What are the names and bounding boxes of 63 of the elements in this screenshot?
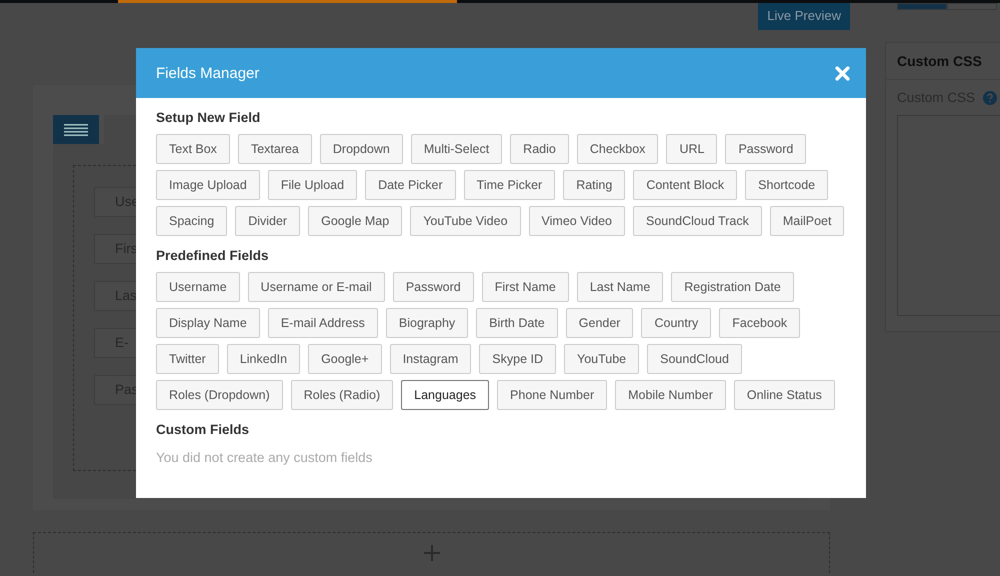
field-type-button[interactable]: Last Name xyxy=(576,272,664,302)
field-type-button[interactable]: SoundCloud xyxy=(647,344,742,374)
field-type-button[interactable]: Text Box xyxy=(156,134,230,164)
field-type-button[interactable]: Password xyxy=(725,134,806,164)
field-type-button[interactable]: Image Upload xyxy=(156,170,260,200)
field-type-button[interactable]: Registration Date xyxy=(671,272,794,302)
field-type-button[interactable]: Divider xyxy=(235,206,300,236)
field-type-button[interactable]: Biography xyxy=(386,308,468,338)
field-type-button[interactable]: Vimeo Video xyxy=(528,206,625,236)
add-row-area[interactable] xyxy=(33,532,830,573)
field-type-button[interactable]: Phone Number xyxy=(497,380,608,410)
field-type-button[interactable]: Google Map xyxy=(308,206,402,236)
sidebar-tab[interactable] xyxy=(947,3,997,10)
field-type-button[interactable]: Facebook xyxy=(719,308,800,338)
field-type-button[interactable]: Languages xyxy=(401,380,490,410)
field-type-button[interactable]: Gender xyxy=(566,308,634,338)
field-type-button[interactable]: URL xyxy=(666,134,718,164)
section-heading: Predefined Fields xyxy=(156,248,270,263)
field-type-button[interactable]: Dropdown xyxy=(320,134,403,164)
field-type-button[interactable]: Username or E-mail xyxy=(248,272,385,302)
field-type-button[interactable]: Time Picker xyxy=(464,170,556,200)
lines-icon xyxy=(64,124,88,136)
field-type-button[interactable]: MailPoet xyxy=(770,206,844,236)
field-type-button[interactable]: File Upload xyxy=(268,170,358,200)
field-type-button[interactable]: Rating xyxy=(563,170,626,200)
field-type-button[interactable]: Textarea xyxy=(238,134,312,164)
field-type-button[interactable]: Roles (Dropdown) xyxy=(156,380,283,410)
empty-message: You did not create any custom fields xyxy=(156,450,374,465)
field-type-button[interactable]: E-mail Address xyxy=(268,308,378,338)
dialog-title: Fields Manager xyxy=(156,64,260,82)
field-type-button[interactable]: Display Name xyxy=(156,308,260,338)
field-type-button[interactable]: Multi-Select xyxy=(410,134,502,164)
help-icon[interactable] xyxy=(983,90,998,104)
field-type-button[interactable]: Roles (Radio) xyxy=(290,380,394,410)
field-type-button[interactable]: Birth Date xyxy=(476,308,558,338)
field-type-button[interactable]: YouTube Video xyxy=(410,206,521,236)
field-type-button[interactable]: First Name xyxy=(482,272,569,302)
field-type-button[interactable]: Spacing xyxy=(156,206,228,236)
field-type-button[interactable]: Online Status xyxy=(734,380,835,410)
single-column-tab[interactable] xyxy=(53,115,99,144)
field-type-button[interactable]: SoundCloud Track xyxy=(632,206,762,236)
sidebar-tab[interactable] xyxy=(897,3,947,10)
field-type-button[interactable]: Google+ xyxy=(308,344,382,374)
field-type-button[interactable]: Username xyxy=(156,272,240,302)
live-preview-button[interactable]: Live Preview xyxy=(758,0,850,30)
field-type-button[interactable]: Country xyxy=(641,308,712,338)
field-type-button[interactable]: YouTube xyxy=(564,344,640,374)
field-type-button[interactable]: Date Picker xyxy=(365,170,456,200)
field-type-button[interactable]: Mobile Number xyxy=(615,380,726,410)
field-type-button[interactable]: LinkedIn xyxy=(226,344,300,374)
field-type-button[interactable]: Twitter xyxy=(156,344,219,374)
close-icon[interactable] xyxy=(835,66,850,80)
field-type-button[interactable]: Radio xyxy=(510,134,569,164)
field-type-button[interactable]: Password xyxy=(392,272,474,302)
panel-title: Custom CSS xyxy=(886,43,1000,80)
field-type-button[interactable]: Instagram xyxy=(390,344,472,374)
section-heading: Custom Fields xyxy=(156,422,250,437)
field-type-button[interactable]: Content Block xyxy=(633,170,738,200)
section-heading: Setup New Field xyxy=(156,110,262,125)
field-type-button[interactable]: Skype ID xyxy=(479,344,556,374)
field-type-button[interactable]: Checkbox xyxy=(576,134,658,164)
field-type-button[interactable]: Shortcode xyxy=(745,170,828,200)
plus-icon xyxy=(424,545,440,561)
